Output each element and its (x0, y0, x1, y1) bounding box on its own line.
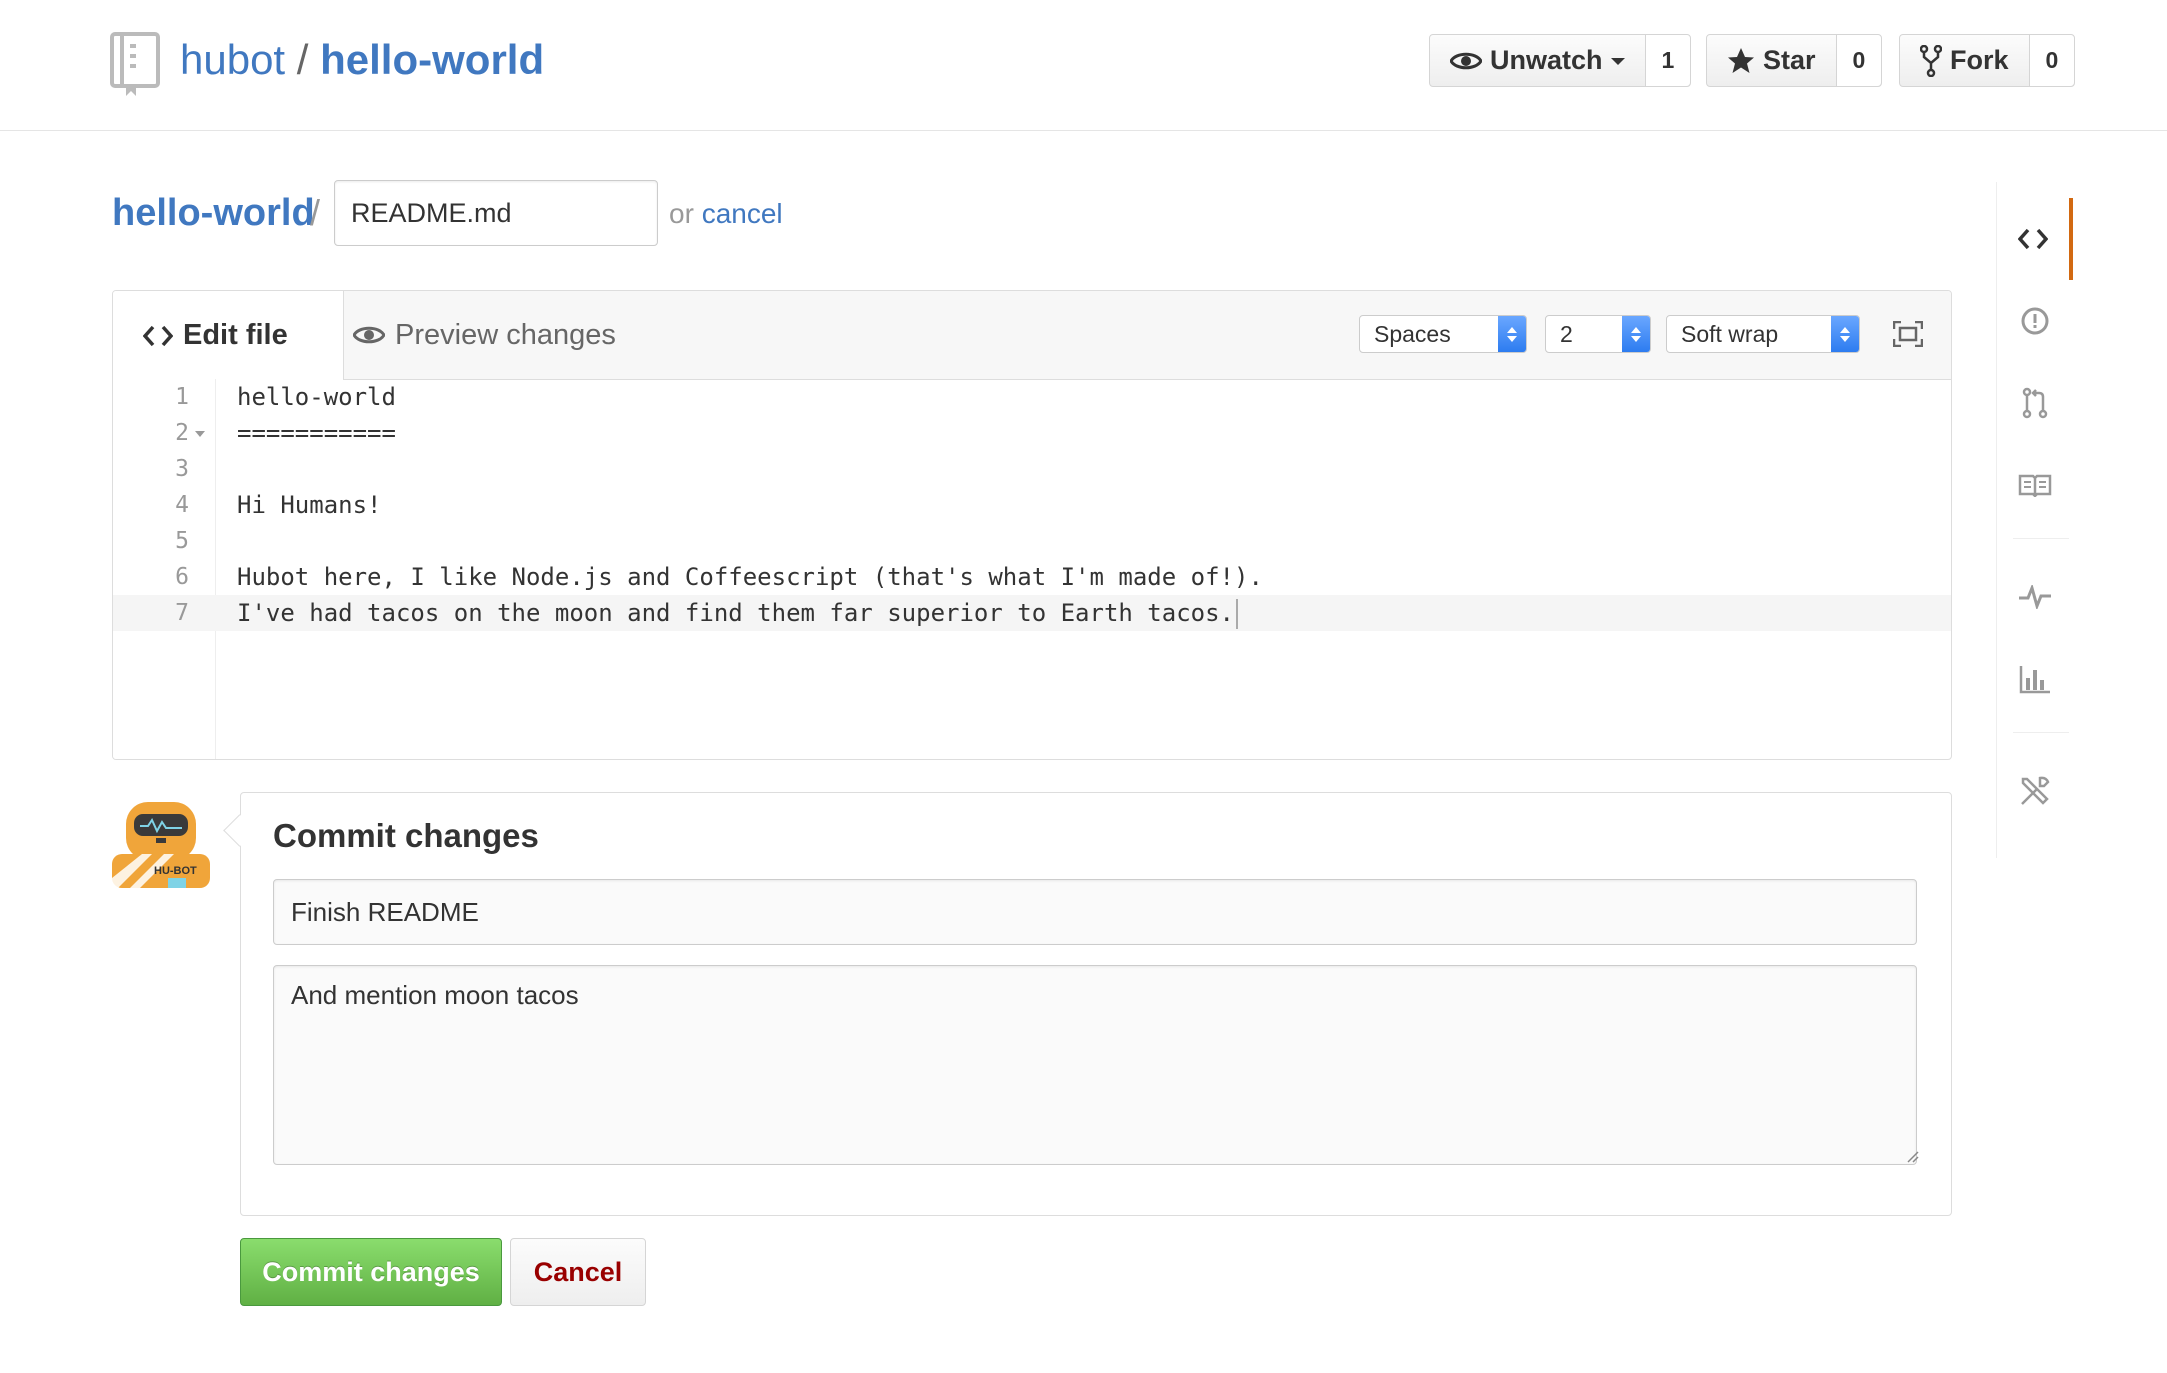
or-text: or (669, 198, 694, 229)
code-line: 5 (113, 523, 1951, 559)
hubot-avatar: HU-BOT (112, 802, 210, 888)
pulse-icon (2019, 585, 2051, 609)
eye-icon (353, 326, 385, 344)
filename-input[interactable] (334, 180, 658, 246)
code-icon (143, 325, 173, 346)
line-text-active: I've had tacos on the moon and find them… (237, 595, 1238, 631)
sidenav-graphs[interactable] (1997, 638, 2073, 720)
tab-preview-changes[interactable]: Preview changes (353, 291, 616, 379)
wrap-mode-select[interactable]: Soft wrap (1666, 315, 1860, 353)
fold-arrow-icon[interactable] (195, 431, 205, 437)
line-number: 5 (175, 528, 189, 554)
fork-group: Fork 0 (1899, 34, 2076, 87)
star-button[interactable]: Star (1707, 35, 1837, 86)
resize-handle-icon[interactable] (1905, 1149, 1919, 1163)
code-line-active: 7 I've had tacos on the moon and find th… (113, 595, 1951, 631)
repo-sidenav (1996, 182, 2073, 858)
select-arrows-icon (1831, 316, 1859, 352)
sidenav-wiki[interactable] (1997, 444, 2073, 526)
cancel-link[interactable]: cancel (702, 198, 783, 229)
graphs-icon (2019, 666, 2050, 694)
cancel-button[interactable]: Cancel (510, 1238, 646, 1306)
sidenav-pull-requests[interactable] (1997, 362, 2073, 444)
chevron-down-icon (1610, 57, 1625, 65)
select-arrows-icon (1622, 316, 1650, 352)
line-text: I've had tacos on the moon and find them… (237, 599, 1234, 627)
line-text: Hi Humans! (237, 491, 382, 519)
line-number: 4 (175, 492, 189, 518)
sidenav-divider (2013, 538, 2069, 539)
code-line: 4 Hi Humans! (113, 487, 1951, 523)
select-arrows-icon (1498, 316, 1526, 352)
line-text: hello-world (237, 383, 396, 411)
star-icon (1728, 47, 1754, 73)
line-number: 1 (175, 384, 189, 410)
code-area[interactable]: 1 hello-world 2 =========== 3 4 Hi Human… (113, 379, 1951, 759)
repo-link[interactable]: hello-world (320, 36, 544, 83)
commit-description-textarea[interactable]: And mention moon tacos (273, 965, 1917, 1165)
watch-button[interactable]: Unwatch (1430, 35, 1646, 86)
indent-size-value: 2 (1560, 321, 1573, 347)
code-line: 1 hello-world (113, 379, 1951, 415)
or-cancel: or cancel (669, 198, 783, 230)
commit-form: Commit changes And mention moon tacos (240, 792, 1952, 1216)
breadcrumb-separator: / (310, 192, 321, 233)
fullscreen-icon[interactable] (1893, 321, 1923, 347)
watch-count[interactable]: 1 (1645, 35, 1691, 86)
watch-group: Unwatch 1 (1429, 34, 1692, 87)
pull-request-icon (2022, 387, 2048, 419)
star-count[interactable]: 0 (1836, 35, 1882, 86)
line-number: 6 (175, 564, 189, 590)
wrap-mode-value: Soft wrap (1681, 321, 1779, 347)
text-cursor (1236, 599, 1238, 629)
line-number: 7 (175, 600, 189, 626)
indent-mode-select[interactable]: Spaces (1359, 315, 1527, 353)
sidenav-issues[interactable] (1997, 280, 2073, 362)
svg-text:HU-BOT: HU-BOT (154, 865, 197, 877)
file-editor: Edit file Preview changes Spaces 2 Soft … (112, 290, 1952, 760)
fork-count[interactable]: 0 (2029, 35, 2075, 86)
watch-label: Unwatch (1490, 45, 1603, 75)
commit-title: Commit changes (273, 817, 539, 854)
issues-icon (2021, 307, 2049, 335)
line-number: 3 (175, 456, 189, 482)
fork-icon (1920, 44, 1942, 77)
repo-title-separator: / (296, 36, 309, 83)
commit-changes-button[interactable]: Commit changes (240, 1238, 502, 1306)
repo-title: hubot / hello-world (180, 34, 544, 86)
breadcrumb-repo-link[interactable]: hello-world (112, 186, 315, 240)
fork-button[interactable]: Fork (1900, 35, 2030, 86)
commit-summary-input[interactable] (273, 879, 1917, 945)
repo-header: hubot / hello-world Unwatch 1 Star 0 For… (0, 0, 2167, 131)
indent-mode-value: Spaces (1374, 321, 1451, 347)
tab-edit-label: Edit file (183, 319, 288, 351)
star-label: Star (1763, 45, 1816, 75)
star-group: Star 0 (1706, 34, 1883, 87)
tab-edit-file[interactable]: Edit file (113, 291, 344, 380)
code-line: 3 (113, 451, 1951, 487)
wiki-icon (2018, 474, 2052, 497)
eye-icon (1450, 52, 1482, 69)
code-line: 2 =========== (113, 415, 1951, 451)
code-line: 6 Hubot here, I like Node.js and Coffees… (113, 559, 1951, 595)
line-text: =========== (237, 419, 396, 447)
repo-icon (110, 32, 160, 96)
sidenav-code[interactable] (1997, 198, 2073, 280)
code-icon (2018, 228, 2048, 250)
owner-link[interactable]: hubot (180, 36, 285, 83)
settings-icon (2021, 776, 2050, 805)
fork-label: Fork (1950, 45, 2009, 75)
sidenav-pulse[interactable] (1997, 556, 2073, 638)
sidenav-settings[interactable] (1997, 750, 2073, 832)
sidenav-divider (2013, 732, 2069, 733)
tab-preview-label: Preview changes (395, 318, 616, 351)
line-number: 2 (175, 420, 189, 446)
line-text: Hubot here, I like Node.js and Coffeescr… (237, 563, 1263, 591)
editor-toolbar: Edit file Preview changes Spaces 2 Soft … (113, 291, 1951, 380)
indent-size-select[interactable]: 2 (1545, 315, 1651, 353)
